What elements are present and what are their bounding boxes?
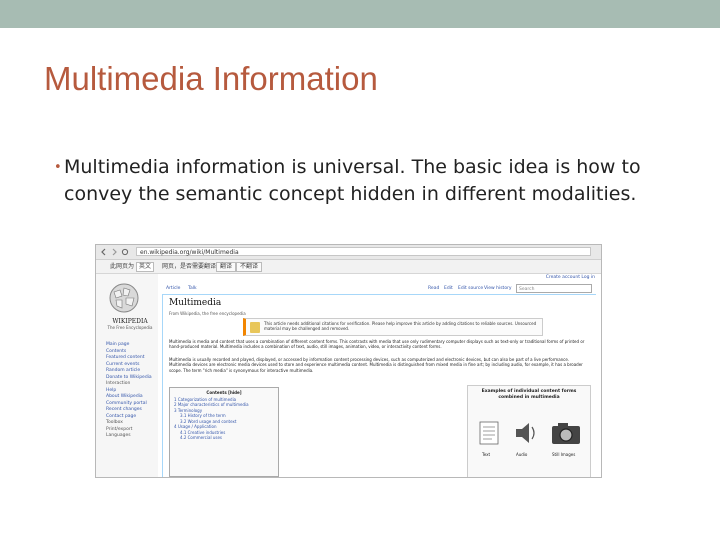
wiki-logo-subtitle: The Free Encyclopedia [107,325,153,330]
translate-text-1: 此网页为 [110,263,135,270]
no-translate-button[interactable]: 不翻译 [236,262,263,272]
wiki-sidebar: WIKIPEDIA The Free Encyclopedia Main pag… [96,274,158,477]
personal-tools[interactable]: Create account Log in [546,275,595,280]
translate-text-2: 网页，是否需要翻译？ [162,263,223,270]
translate-bar: 此网页为 英文 网页，是否需要翻译？ 翻译 不翻译 [96,260,601,274]
top-accent-bar [0,0,720,28]
media-examples-image[interactable] [474,418,586,448]
article-source-line: From Wikipedia, the free encyclopedia [169,311,246,316]
slide-title: Multimedia Information [44,60,378,97]
figure-caption: Examples of individual content forms com… [481,389,577,400]
tab-read[interactable]: Read [428,286,439,291]
browser-address-bar: en.wikipedia.org/wiki/Multimedia [96,245,601,260]
forward-icon [112,248,117,256]
url-field[interactable]: en.wikipedia.org/wiki/Multimedia [136,247,591,256]
bullet-marker: • [54,160,62,175]
wiki-tabs: Article Talk Read Edit Edit source View … [162,284,596,295]
article-paragraph: Multimedia is media and content that use… [169,339,585,350]
label-audio: Audio [516,452,528,457]
article-title: Multimedia [169,298,222,308]
sidebar-heading[interactable]: Languages [106,433,152,440]
multimedia-examples-figure: Examples of individual content forms com… [467,385,591,477]
wiki-article: Multimedia From Wikipedia, the free ency… [162,295,597,477]
citation-notice: This article needs additional citations … [243,318,543,336]
label-still-images: Still Images [552,452,576,457]
tab-talk[interactable]: Talk [188,286,197,291]
notice-text: This article needs additional citations … [264,321,537,331]
translate-button[interactable]: 翻译 [216,262,237,272]
article-paragraph: Multimedia is usually recorded and playe… [169,357,583,373]
speaker-icon [516,423,535,443]
notice-icon [250,322,260,333]
wiki-sidebar-links: Main page Contents Featured content Curr… [106,342,152,440]
tab-article[interactable]: Article [166,286,180,291]
wikipedia-page: WIKIPEDIA The Free Encyclopedia Main pag… [96,274,601,477]
wiki-search-input[interactable]: Search [516,284,592,293]
browser-screenshot: en.wikipedia.org/wiki/Multimedia 此网页为 英文… [95,244,602,478]
tab-edit[interactable]: Edit [444,286,453,291]
wikipedia-globe-icon[interactable] [108,282,140,314]
bullet-point: • Multimedia information is universal. T… [54,154,694,208]
tab-edit-source[interactable]: Edit source [458,286,483,291]
toc-title[interactable]: Contents [hide] [174,390,274,396]
bullet-text: Multimedia information is universal. The… [64,156,641,205]
table-of-contents: Contents [hide] 1 Categorization of mult… [169,387,279,477]
reload-icon [121,248,129,256]
label-text: Text [482,452,491,457]
wiki-logo-text: WIKIPEDIA [112,318,148,325]
toc-item[interactable]: 4.2 Commercial uses [174,435,274,441]
text-document-icon [479,421,499,445]
back-icon [101,248,106,256]
tab-view-history[interactable]: View history [484,286,512,291]
language-select[interactable]: 英文 [136,262,155,272]
camera-icon [552,423,580,444]
